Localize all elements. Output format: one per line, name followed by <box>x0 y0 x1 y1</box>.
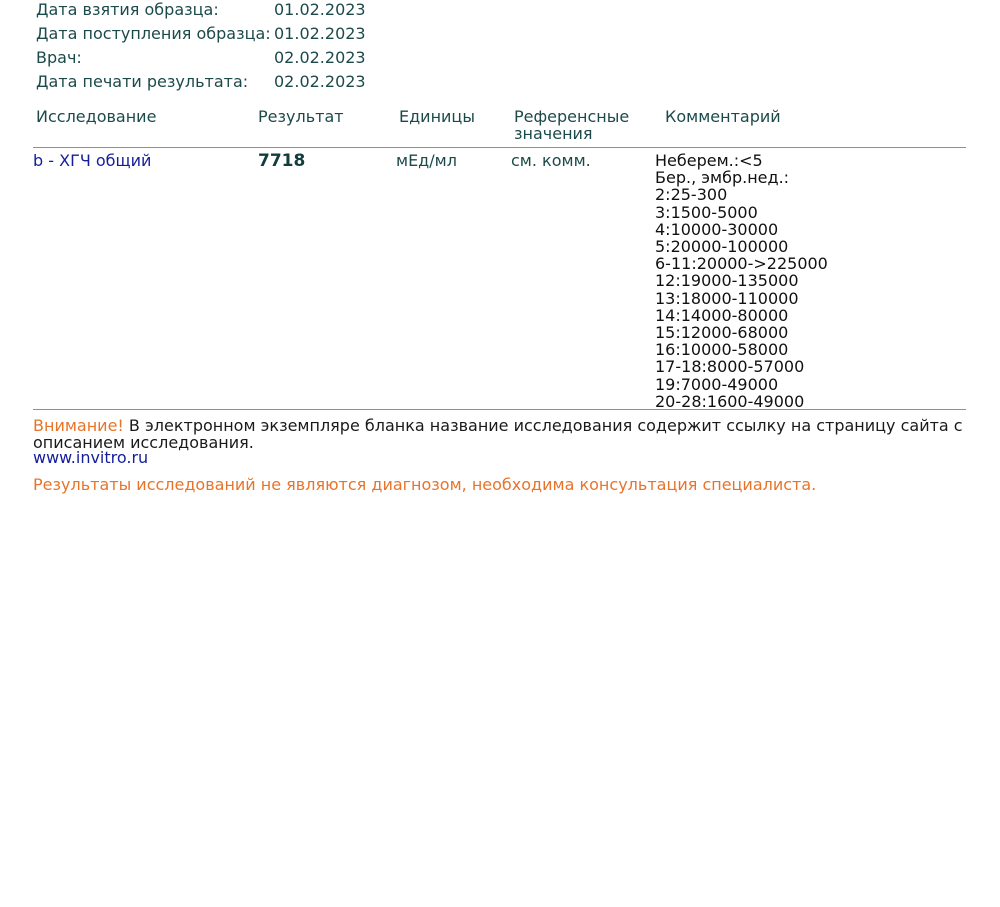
comment-line: 2:25-300 <box>655 185 728 205</box>
table-row: b - ХГЧ общий 7718 мЕд/мл см. комм. Небе… <box>33 148 966 410</box>
study-name-link[interactable]: b - ХГЧ общий <box>33 151 151 170</box>
header-units: Единицы <box>399 107 475 126</box>
comment-line: 13:18000-110000 <box>655 288 799 308</box>
reference-values: см. комм. <box>511 151 591 170</box>
comment-line: 4:10000-30000 <box>655 219 779 239</box>
comment-line: Неберем.:<5 <box>655 151 763 170</box>
meta-value: 02.02.2023 <box>274 48 366 67</box>
comment-line: 15:12000-68000 <box>655 323 789 343</box>
comment-line: 12:19000-135000 <box>655 271 799 291</box>
meta-value: 01.02.2023 <box>274 0 366 19</box>
meta-row-receipt-date: Дата поступления образца: 01.02.2023 <box>36 24 394 48</box>
meta-row-print-date: Дата печати результата: 02.02.2023 <box>36 72 394 96</box>
meta-label: Дата печати результата: <box>36 72 249 91</box>
attention-notice: Внимание! В электронном экземпляре бланк… <box>33 417 973 451</box>
comment-line: 17-18:8000-57000 <box>655 357 805 377</box>
comment-line: Бер., эмбр.нед.: <box>655 168 790 188</box>
header-comment: Комментарий <box>665 107 781 126</box>
comment-line: 19:7000-49000 <box>655 374 779 394</box>
attention-text: В электронном экземпляре бланка название… <box>33 416 963 452</box>
comment-cell: Неберем.:<5 Бер., эмбр.нед.: 2:25-300 3:… <box>655 152 828 410</box>
disclaimer-text: Результаты исследований не являются диаг… <box>33 475 817 494</box>
meta-value: 01.02.2023 <box>274 24 366 43</box>
comment-line: 3:1500-5000 <box>655 202 758 222</box>
comment-line: 5:20000-100000 <box>655 237 789 257</box>
meta-row-doctor: Врач: 02.02.2023 <box>36 48 394 72</box>
comment-line: 20-28:1600-49000 <box>655 391 805 411</box>
result-units: мЕд/мл <box>396 151 457 170</box>
comment-line: 14:14000-80000 <box>655 305 789 325</box>
comment-line: 16:10000-58000 <box>655 340 789 360</box>
sample-meta-block: Дата взятия образца: 01.02.2023 Дата пос… <box>36 0 394 96</box>
result-value: 7718 <box>258 151 306 171</box>
header-result: Результат <box>258 107 344 126</box>
invitro-site-link[interactable]: www.invitro.ru <box>33 449 148 466</box>
meta-label: Врач: <box>36 48 82 67</box>
meta-row-sample-date: Дата взятия образца: 01.02.2023 <box>36 0 394 24</box>
header-study: Исследование <box>36 107 157 126</box>
header-reference: Референсные значения <box>514 107 630 143</box>
meta-label: Дата взятия образца: <box>36 0 219 19</box>
comment-line: 6-11:20000->225000 <box>655 254 828 274</box>
meta-value: 02.02.2023 <box>274 72 366 91</box>
meta-label: Дата поступления образца: <box>36 24 271 43</box>
results-table-header: Исследование Результат Единицы Референсн… <box>33 106 966 148</box>
